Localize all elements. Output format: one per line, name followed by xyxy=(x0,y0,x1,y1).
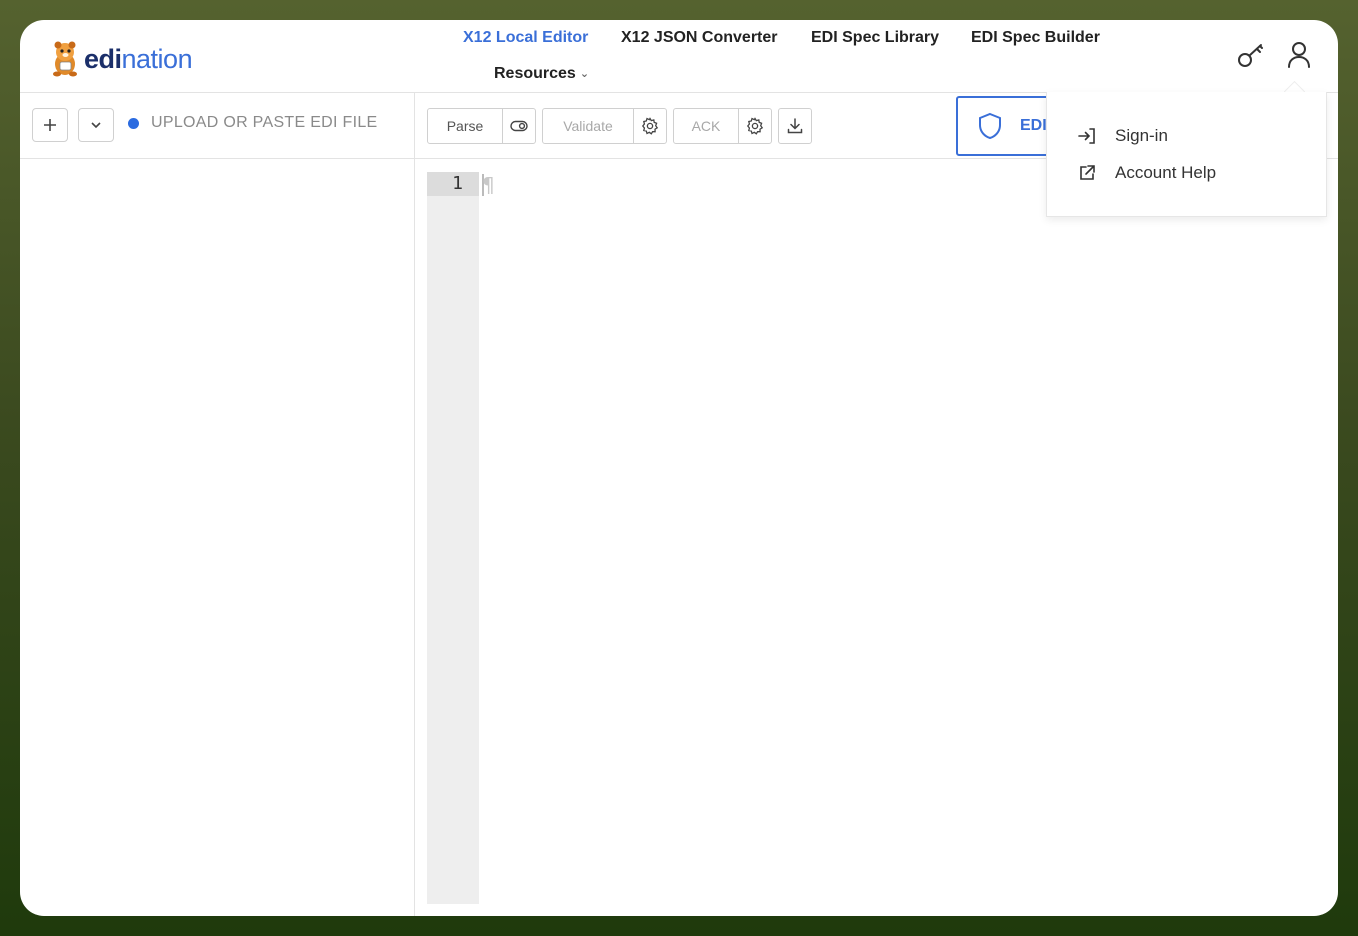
line-number: 1 xyxy=(427,172,479,196)
nav-resources-dropdown[interactable]: Resources ⌄ xyxy=(494,65,589,83)
download-icon xyxy=(787,118,803,134)
nav-edi-spec-library[interactable]: EDI Spec Library xyxy=(811,29,939,47)
chevron-down-icon: ⌄ xyxy=(579,68,590,80)
user-icon[interactable] xyxy=(1284,40,1314,70)
status-dot xyxy=(128,117,139,129)
brand-name: edination xyxy=(84,43,193,74)
nav-edi-spec-builder[interactable]: EDI Spec Builder xyxy=(971,29,1100,47)
sign-in-icon xyxy=(1078,128,1095,144)
nav-x12-json-converter[interactable]: X12 JSON Converter xyxy=(621,29,778,47)
validate-button[interactable]: Validate xyxy=(542,108,634,144)
add-button[interactable] xyxy=(32,108,68,142)
chevron-down-icon xyxy=(91,122,101,129)
validate-settings-button[interactable] xyxy=(633,108,667,144)
editor-line-gutter xyxy=(427,172,479,904)
top-header: edination X12 Local Editor X12 JSON Conv… xyxy=(20,20,1338,93)
ack-settings-button[interactable] xyxy=(738,108,772,144)
gear-icon xyxy=(641,117,659,135)
app-window: edination X12 Local Editor X12 JSON Conv… xyxy=(20,20,1338,916)
parse-button[interactable]: Parse xyxy=(427,108,503,144)
gear-icon xyxy=(746,117,764,135)
download-button[interactable] xyxy=(778,108,812,144)
edi-button-label: EDI xyxy=(1020,117,1047,134)
menu-item-sign-in[interactable]: Sign-in xyxy=(1077,126,1168,146)
nav-x12-local-editor[interactable]: X12 Local Editor xyxy=(463,29,588,47)
edi-text-editor[interactable] xyxy=(480,172,1050,916)
sign-in-label: Sign-in xyxy=(1115,126,1168,145)
brand-logo[interactable]: edination xyxy=(48,40,193,78)
menu-item-account-help[interactable]: Account Help xyxy=(1077,163,1216,183)
ack-button[interactable]: ACK xyxy=(673,108,739,144)
mascot-logo-icon xyxy=(53,41,77,77)
account-dropdown-menu: Sign-in Account Help xyxy=(1046,92,1327,217)
plus-icon xyxy=(44,119,56,131)
shield-icon xyxy=(979,112,1001,140)
nav-resources-label: Resources xyxy=(494,65,576,82)
parse-toggle-button[interactable] xyxy=(502,108,536,144)
toggle-eye-icon xyxy=(510,120,528,132)
key-icon[interactable] xyxy=(1236,40,1266,70)
upload-label: UPLOAD OR PASTE EDI FILE xyxy=(151,114,378,131)
account-help-label: Account Help xyxy=(1115,163,1217,182)
external-link-icon xyxy=(1080,165,1095,180)
panel-divider xyxy=(414,92,415,916)
upload-paste-edi-file[interactable]: UPLOAD OR PASTE EDI FILE xyxy=(128,114,378,132)
options-dropdown-button[interactable] xyxy=(78,108,114,142)
